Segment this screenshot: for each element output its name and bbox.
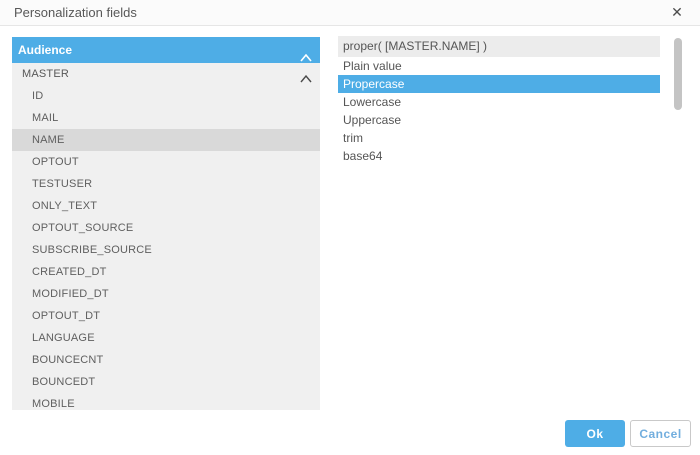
option-base64[interactable]: base64: [338, 147, 660, 165]
tree-item-name[interactable]: NAME: [12, 129, 320, 151]
tree-item-label: BOUNCECNT: [32, 354, 103, 366]
personalization-fields-dialog: Personalization fields ✕ Audience MASTER…: [0, 0, 700, 455]
tree-item-label: CREATED_DT: [32, 266, 107, 278]
tree-item-label: MASTER: [22, 68, 69, 80]
tree-item-label: OPTOUT_SOURCE: [32, 222, 133, 234]
tree-item-mobile[interactable]: MOBILE: [12, 393, 320, 410]
tree-header-label: Audience: [18, 43, 72, 57]
tree-item-language[interactable]: LANGUAGE: [12, 327, 320, 349]
dialog-title: Personalization fields: [14, 0, 137, 26]
format-options-list: Plain value Propercase Lowercase Upperca…: [338, 57, 660, 165]
dialog-titlebar: Personalization fields ✕: [0, 0, 700, 26]
tree-item-id[interactable]: ID: [12, 85, 320, 107]
tree-item-label: SUBSCRIBE_SOURCE: [32, 244, 152, 256]
close-icon[interactable]: ✕: [667, 1, 687, 23]
option-uppercase[interactable]: Uppercase: [338, 111, 660, 129]
tree-item-label: ID: [32, 90, 43, 102]
tree-item-bouncecnt[interactable]: BOUNCECNT: [12, 349, 320, 371]
tree-item-testuser[interactable]: TESTUSER: [12, 173, 320, 195]
tree-item-label: ONLY_TEXT: [32, 200, 97, 212]
ok-button[interactable]: Ok: [565, 420, 625, 447]
tree-item-optout-dt[interactable]: OPTOUT_DT: [12, 305, 320, 327]
tree-item-label: MOBILE: [32, 398, 75, 410]
tree-body: MASTER ID MAIL NAME OPTOUT TESTUSER ONLY…: [12, 63, 320, 410]
tree-item-label: MODIFIED_DT: [32, 288, 109, 300]
tree-item-created-dt[interactable]: CREATED_DT: [12, 261, 320, 283]
tree-item-label: LANGUAGE: [32, 332, 95, 344]
scrollbar-thumb[interactable]: [674, 38, 682, 110]
tree-item-label: BOUNCEDT: [32, 376, 95, 388]
tree-header-audience[interactable]: Audience: [12, 37, 320, 63]
option-propercase[interactable]: Propercase: [338, 75, 660, 93]
tree-item-mail[interactable]: MAIL: [12, 107, 320, 129]
option-trim[interactable]: trim: [338, 129, 660, 147]
audience-tree-panel: Audience MASTER ID MAIL NAME OPTOUT TEST…: [12, 37, 320, 410]
tree-item-label: NAME: [32, 134, 65, 146]
option-plain-value[interactable]: Plain value: [338, 57, 660, 75]
tree-item-master[interactable]: MASTER: [12, 63, 320, 85]
cancel-button[interactable]: Cancel: [630, 420, 691, 447]
tree-item-subscribe-source[interactable]: SUBSCRIBE_SOURCE: [12, 239, 320, 261]
tree-item-modified-dt[interactable]: MODIFIED_DT: [12, 283, 320, 305]
option-lowercase[interactable]: Lowercase: [338, 93, 660, 111]
tree-item-label: OPTOUT: [32, 156, 79, 168]
tree-item-bouncedt[interactable]: BOUNCEDT: [12, 371, 320, 393]
tree-item-optout[interactable]: OPTOUT: [12, 151, 320, 173]
tree-item-label: MAIL: [32, 112, 58, 124]
expression-input[interactable]: [338, 36, 660, 57]
tree-item-only-text[interactable]: ONLY_TEXT: [12, 195, 320, 217]
tree-item-optout-source[interactable]: OPTOUT_SOURCE: [12, 217, 320, 239]
tree-item-label: OPTOUT_DT: [32, 310, 100, 322]
tree-item-label: TESTUSER: [32, 178, 92, 190]
